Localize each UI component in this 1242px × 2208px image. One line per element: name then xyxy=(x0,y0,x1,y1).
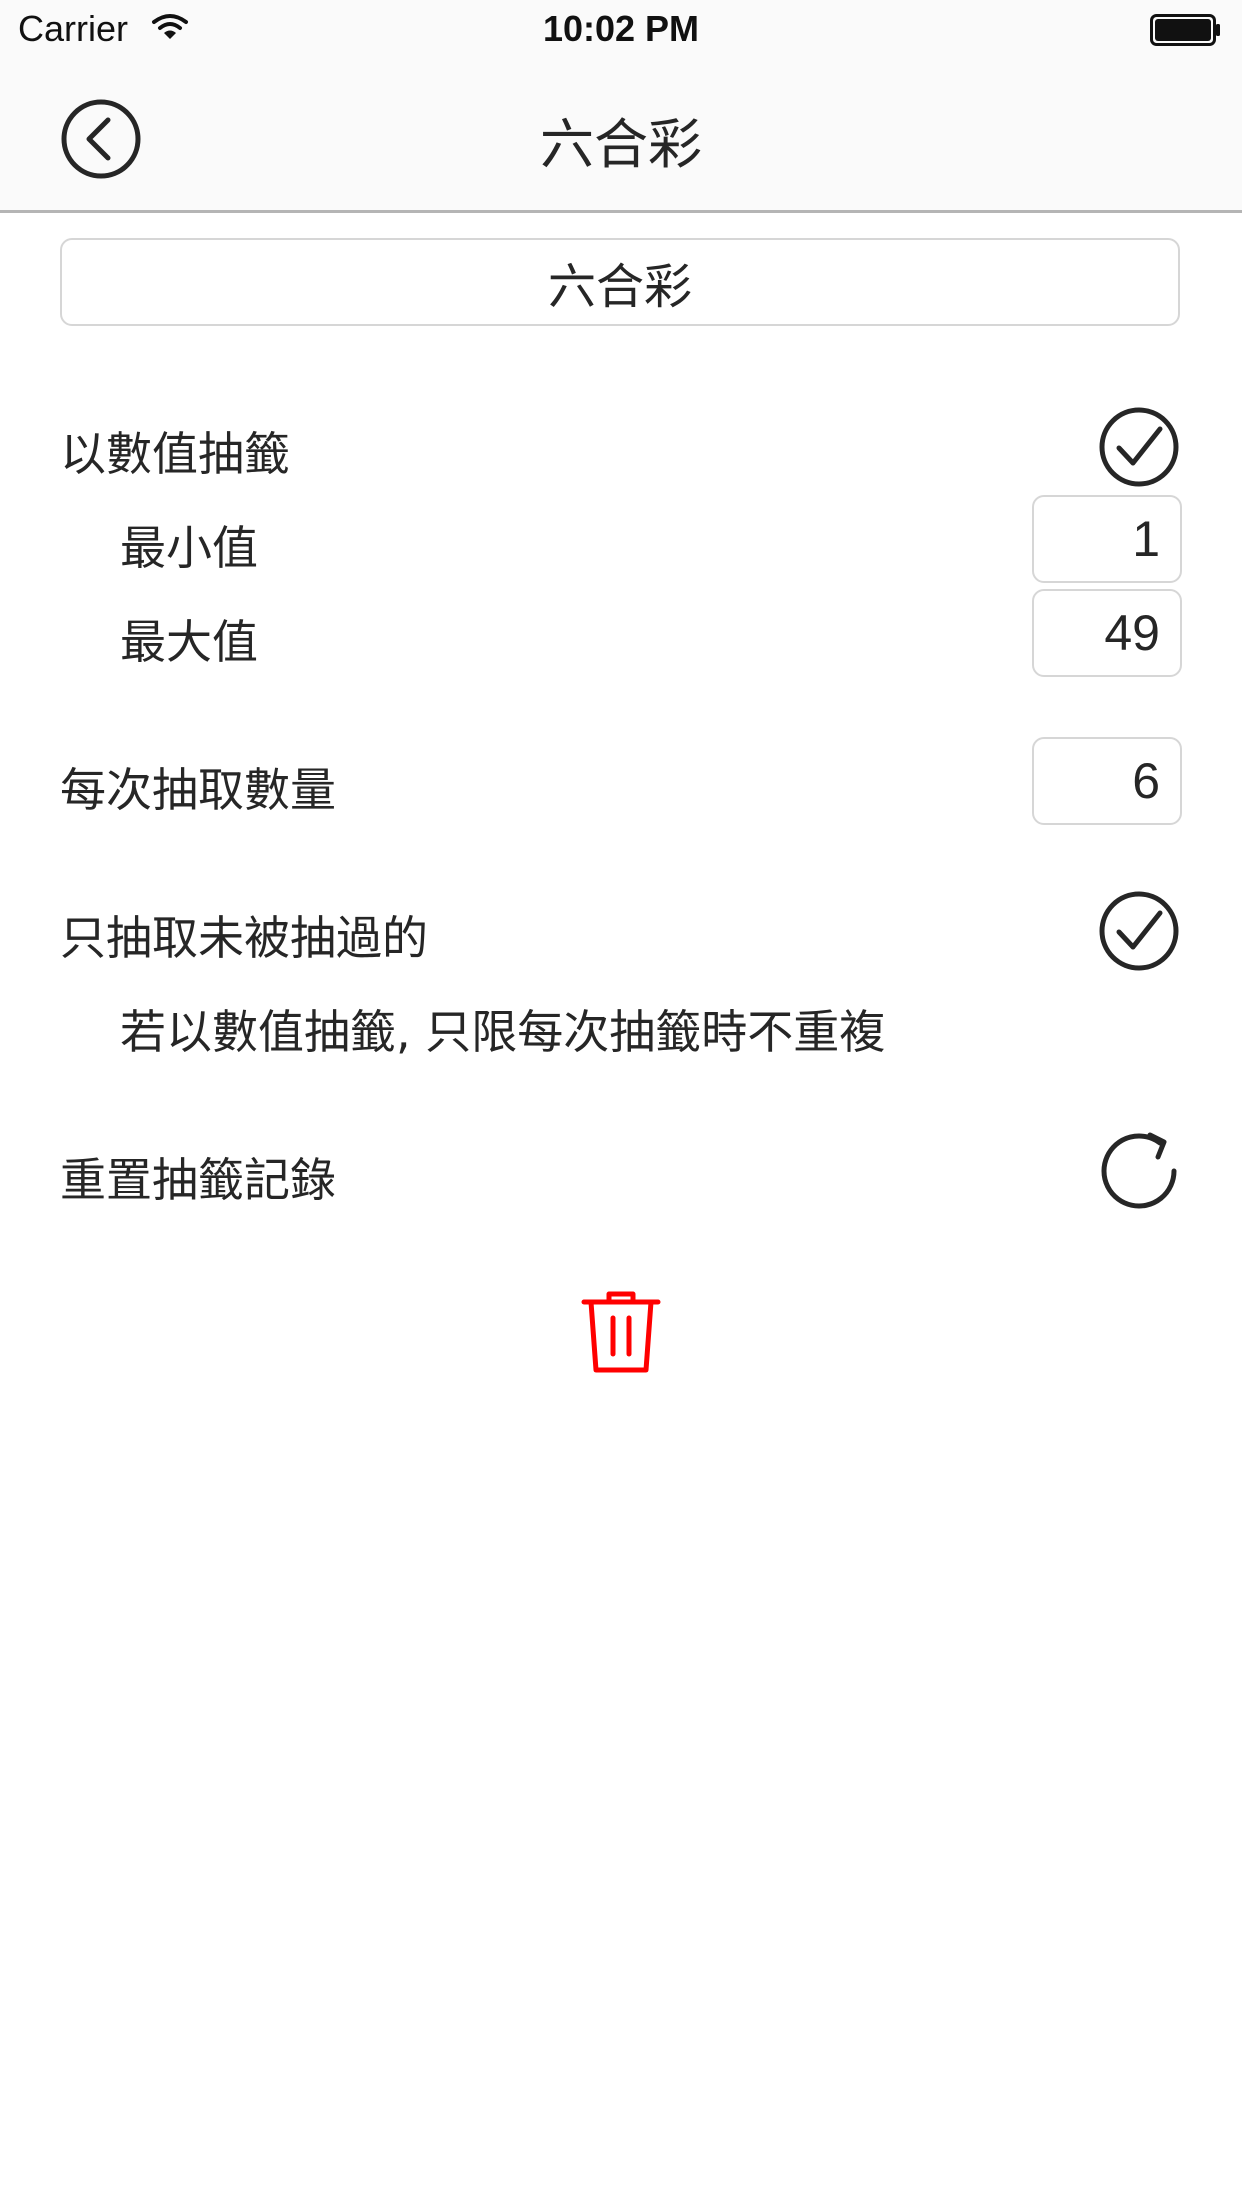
navigation-bar: 六合彩 xyxy=(0,60,1242,213)
reset-history-label: 重置抽籤記錄 xyxy=(60,1153,336,1207)
delete-button[interactable] xyxy=(580,1290,662,1376)
undrawn-only-note: 若以數值抽籤, 只限每次抽籤時不重複 xyxy=(120,1005,886,1059)
name-input[interactable] xyxy=(60,238,1180,326)
min-value-label: 最小值 xyxy=(120,521,258,575)
page-title: 六合彩 xyxy=(540,113,702,176)
undrawn-only-label: 只抽取未被抽過的 xyxy=(60,911,428,965)
battery-icon xyxy=(1150,14,1220,46)
count-per-draw-input[interactable] xyxy=(1032,737,1182,825)
count-per-draw-label: 每次抽取數量 xyxy=(60,763,336,817)
reset-history-button[interactable] xyxy=(1098,1130,1180,1212)
check-circle-icon xyxy=(1099,407,1179,487)
max-value-label: 最大值 xyxy=(120,615,258,669)
clock: 10:02 PM xyxy=(542,8,700,49)
check-circle-icon xyxy=(1099,891,1179,971)
status-bar: Carrier 10:02 PM xyxy=(0,0,1242,60)
draw-by-number-checkbox[interactable] xyxy=(1098,406,1180,488)
refresh-icon xyxy=(1101,1132,1177,1209)
undrawn-only-checkbox[interactable] xyxy=(1098,890,1180,972)
max-value-input[interactable] xyxy=(1032,589,1182,677)
min-value-input[interactable] xyxy=(1032,495,1182,583)
draw-by-number-label: 以數值抽籤 xyxy=(60,427,290,481)
trash-icon xyxy=(581,1291,661,1373)
